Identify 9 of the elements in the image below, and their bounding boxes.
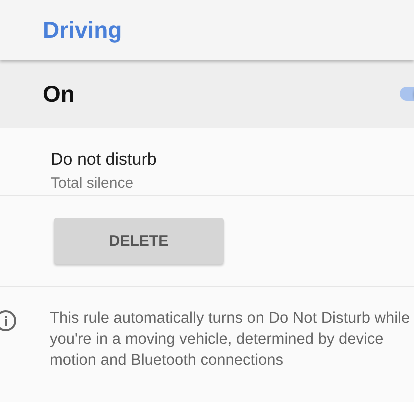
info-icon xyxy=(0,310,17,332)
delete-button[interactable]: DELETE xyxy=(54,218,224,264)
page-title: Driving xyxy=(43,16,122,44)
rule-title: Do not disturb xyxy=(51,150,158,170)
switch-label: On xyxy=(43,80,76,108)
master-switch-row[interactable]: On xyxy=(0,60,414,128)
rule-item[interactable]: Do not disturb Total silence xyxy=(0,128,414,196)
info-text: This rule automatically turns on Do Not Disturb while you're in a moving vehicle, determined by device motion and Bluetooth connections xyxy=(50,309,412,371)
rule-subtitle: Total silence xyxy=(51,175,135,192)
